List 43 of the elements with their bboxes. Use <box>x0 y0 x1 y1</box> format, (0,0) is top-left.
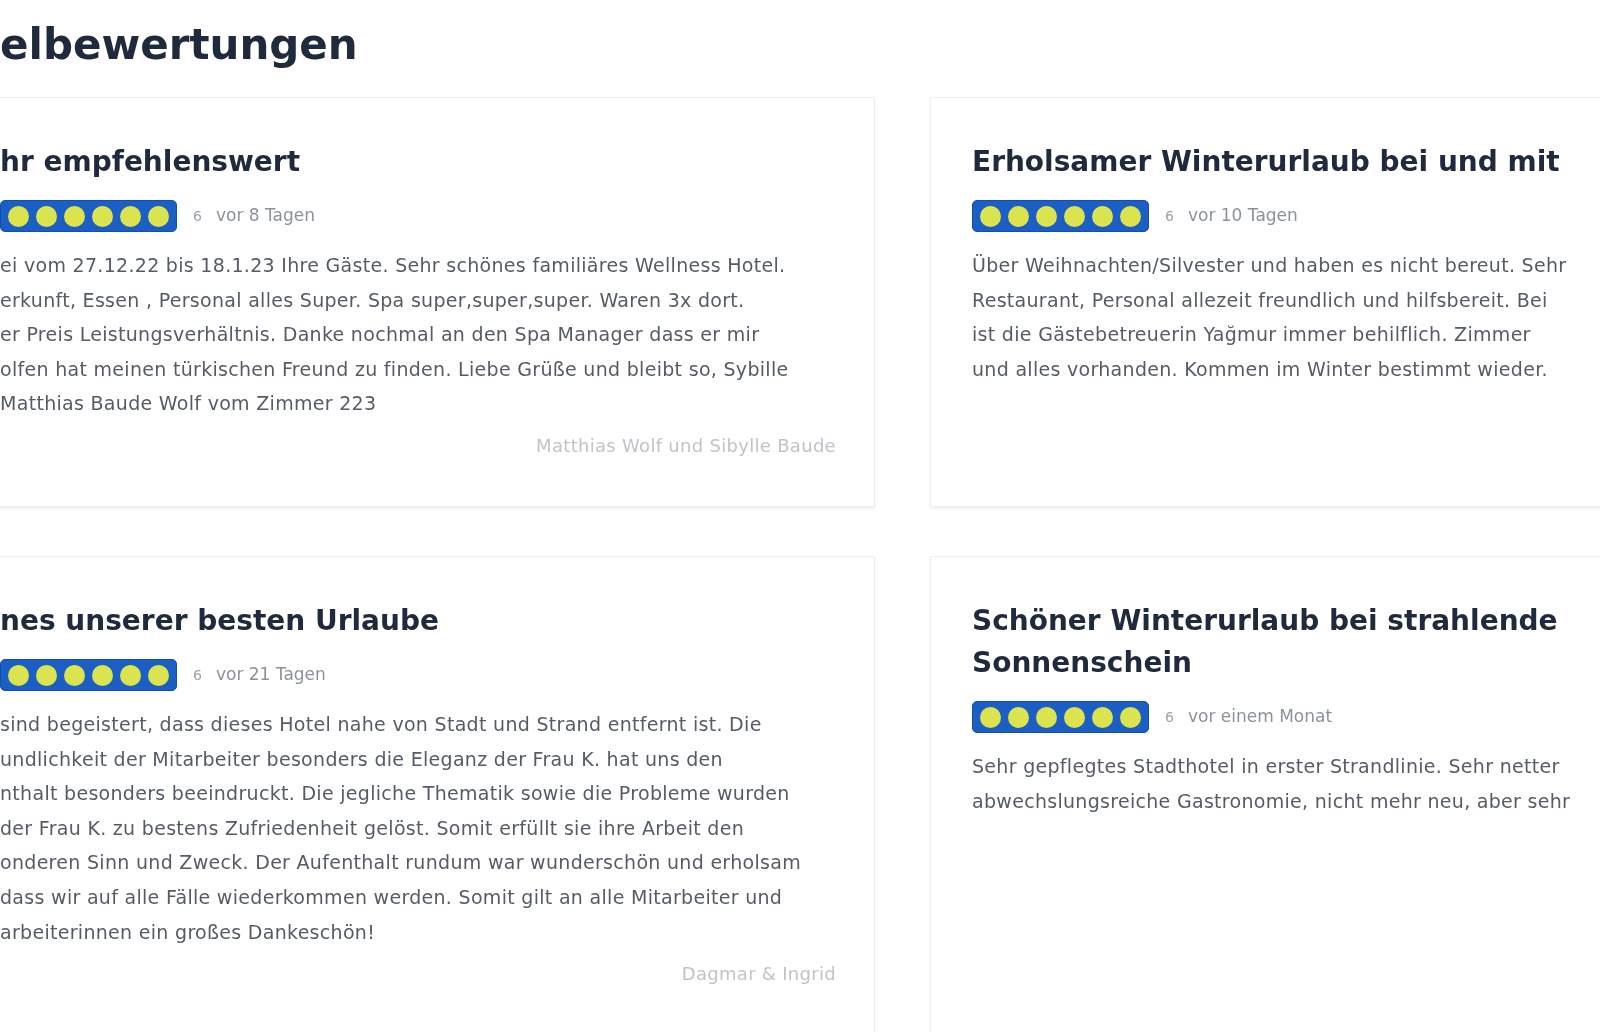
rating-dot-icon <box>120 205 141 227</box>
review-date: vor 8 Tagen <box>215 204 315 228</box>
rating-dot-icon <box>8 205 29 227</box>
review-title: Schöner Winterurlaub bei strahlende Sonnenschein <box>972 603 1559 681</box>
rating-value: 6 <box>193 665 202 685</box>
rating-dot-icon <box>1120 205 1141 227</box>
rating-dot-icon <box>36 664 57 686</box>
review-title: Erholsamer Winterurlaub bei und mit <box>972 144 1561 180</box>
review-text: Über Weihnachten/Silvester und haben es nicht bereut. Sehr Restaurant, Personal allezeit freundlich und hilfsbereit. Bei ist die Gästebetreuerin Yağmur immer behilflich. Zimmer und alles vorhanden. Kommen im Winter bestimmt wieder. <box>972 253 1567 382</box>
rating-dot-icon <box>1008 205 1029 227</box>
section-heading: elbewertungen <box>0 19 358 71</box>
review-author: Dagmar & Ingrid <box>681 962 836 987</box>
rating-dot-icon <box>92 205 113 227</box>
review-date: vor 21 Tagen <box>215 663 326 687</box>
rating-dot-icon <box>64 664 85 686</box>
rating-dot-icon <box>120 664 141 686</box>
rating-dot-icon <box>1008 706 1029 728</box>
rating-dot-icon <box>1092 706 1113 728</box>
rating-dot-icon <box>1064 706 1085 728</box>
review-date: vor 10 Tagen <box>1187 204 1298 228</box>
rating-dot-icon <box>1092 205 1113 227</box>
rating-dot-icon <box>1036 706 1057 728</box>
review-author: Matthias Wolf und Sibylle Baude <box>536 433 836 458</box>
review-text: Sehr gepflegtes Stadthotel in erster Strandlinie. Sehr netter abwechslungsreiche Gastronomie, nicht mehr neu, aber sehr <box>972 754 1571 814</box>
review-text: ei vom 27.12.22 bis 18.1.23 Ihre Gäste. Sehr schönes familiäres Wellness Hotel. erkunft, Essen , Personal alles Super. Spa super,super,super. Waren 3x dort. er Preis Leistungsverhältnis. Danke nochmal an den Spa Manager dass er mir olfen hat meinen türkischen Freund zu finden. Liebe Grüße und bleibt so, Sybille Matthias Baude Wolf vom Zimmer 223 <box>0 253 789 417</box>
rating-value: 6 <box>1165 206 1174 226</box>
rating-value: 6 <box>193 206 202 226</box>
rating-dot-icon <box>8 664 29 686</box>
review-title: hr empfehlenswert <box>0 144 302 180</box>
rating-dot-icon <box>980 706 1001 728</box>
rating-dot-icon <box>64 205 85 227</box>
review-text: sind begeistert, dass dieses Hotel nahe von Stadt und Strand entfernt ist. Die undlichkeit der Mitarbeiter besonders die Eleganz der Frau K. hat uns den nthalt besonders beeindruckt. Die jegliche Thematik sowie die Probleme wurden der Frau K. zu bestens Zufriedenheit gelöst. Somit erfüllt sie ihre Arbeit den onderen Sinn und Zweck. Der Aufenthalt rundum war wunderschön und erholsam dass wir auf alle Fälle wiederkommen werden. Somit gilt an alle Mitarbeiter und arbeiterinnen ein großes Dankeschön! <box>0 712 801 945</box>
rating-dot-icon <box>36 205 57 227</box>
rating-dot-icon <box>148 664 169 686</box>
review-date: vor einem Monat <box>1187 705 1333 729</box>
rating-dot-icon <box>1120 706 1141 728</box>
review-title: nes unserer besten Urlaube <box>0 603 440 639</box>
rating-dot-icon <box>980 205 1001 227</box>
rating-value: 6 <box>1165 707 1174 727</box>
rating-dot-icon <box>1064 205 1085 227</box>
rating-dot-icon <box>148 205 169 227</box>
rating-dot-icon <box>1036 205 1057 227</box>
rating-dot-icon <box>92 664 113 686</box>
